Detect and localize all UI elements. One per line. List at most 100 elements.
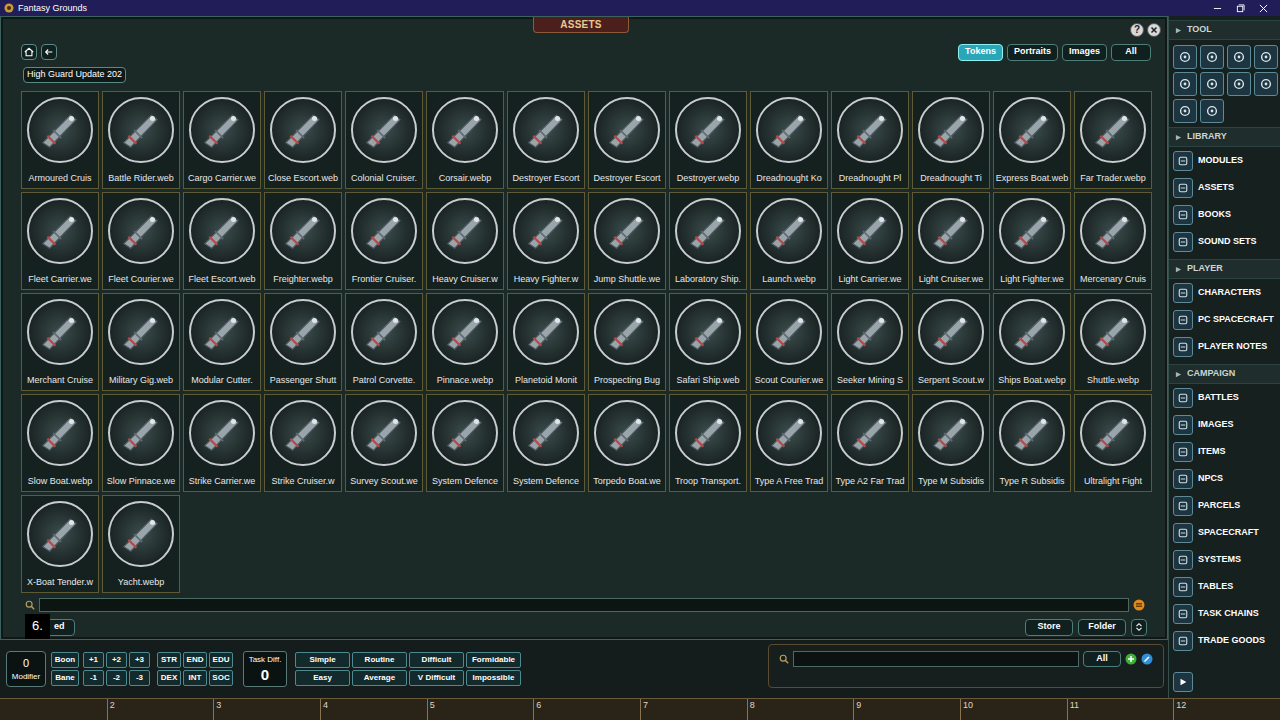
token-card[interactable]: Planetoid Monit (507, 293, 585, 391)
token-card[interactable]: Troop Transport. (669, 394, 747, 492)
dice-button-label[interactable]: Formidable (472, 656, 515, 664)
token-label[interactable]: Seeker Mining S (837, 376, 903, 385)
token-label[interactable]: Light Fighter.we (1000, 275, 1064, 284)
token-label[interactable]: Type R Subsidis (999, 477, 1064, 486)
sidebar-item[interactable]: TASK CHAINS (1169, 600, 1280, 627)
sidebar-item-label[interactable]: SOUND SETS (1198, 235, 1257, 249)
token-card[interactable]: Seeker Mining S (831, 293, 909, 391)
help-button[interactable]: ? (1130, 23, 1144, 37)
token-label[interactable]: Dreadnought Pl (839, 174, 902, 183)
dice-button[interactable]: Difficult (409, 652, 464, 668)
footer-button-label[interactable]: Store (1037, 620, 1060, 634)
token-card[interactable]: Destroyer Escort (588, 91, 666, 189)
token-card[interactable]: Battle Rider.web (102, 91, 180, 189)
token-label[interactable]: Battle Rider.web (108, 174, 174, 183)
dice-button-label[interactable]: Difficult (422, 656, 452, 664)
token-label[interactable]: Fleet Carrier.we (28, 275, 92, 284)
token-card[interactable]: Modular Cutter. (183, 293, 261, 391)
token-card[interactable]: Heavy Cruiser.w (426, 192, 504, 290)
token-card[interactable]: Heavy Fighter.w (507, 192, 585, 290)
breadcrumb[interactable]: High Guard Update 202 (23, 67, 126, 83)
token-card[interactable]: X-Boat Tender.w (21, 495, 99, 593)
filter-tab[interactable]: Tokens (958, 44, 1003, 61)
dice-button-label[interactable]: Average (364, 674, 395, 682)
add-icon[interactable] (1125, 651, 1137, 667)
edit-icon[interactable] (1141, 651, 1153, 667)
token-label[interactable]: Strike Carrier.we (189, 477, 256, 486)
token-label[interactable]: Light Carrier.we (838, 275, 901, 284)
token-label[interactable]: Modular Cutter. (191, 376, 253, 385)
dice-button[interactable]: SOC (209, 670, 233, 686)
token-card[interactable]: Military Gig.web (102, 293, 180, 391)
dice-button[interactable]: Routine (352, 652, 407, 668)
token-card[interactable]: Light Cruiser.we (912, 192, 990, 290)
token-card[interactable]: Torpedo Boat.we (588, 394, 666, 492)
token-label[interactable]: Far Trader.webp (1080, 174, 1146, 183)
dice-button-label[interactable]: +3 (135, 656, 144, 664)
token-label[interactable]: Military Gig.web (109, 376, 173, 385)
token-card[interactable]: Express Boat.web (993, 91, 1071, 189)
token-label[interactable]: Destroyer.webp (677, 174, 740, 183)
token-card[interactable]: Destroyer Escort (507, 91, 585, 189)
token-card[interactable]: Fleet Courier.we (102, 192, 180, 290)
token-label[interactable]: Planetoid Monit (515, 376, 577, 385)
dice-button-label[interactable]: Simple (309, 656, 335, 664)
tool-icon[interactable] (1254, 72, 1278, 96)
token-label[interactable]: Passenger Shutt (270, 376, 337, 385)
token-card[interactable]: Survey Scout.we (345, 394, 423, 492)
footer-button[interactable]: Folder (1078, 619, 1126, 636)
play-icon[interactable] (1173, 672, 1193, 692)
token-card[interactable]: Safari Ship.web (669, 293, 747, 391)
tool-icon[interactable] (1173, 72, 1197, 96)
dice-button[interactable]: V Difficult (409, 670, 464, 686)
dice-button[interactable]: EDU (209, 652, 233, 668)
dice-button-label[interactable]: +1 (89, 656, 98, 664)
token-card[interactable]: Mercenary Cruis (1074, 192, 1152, 290)
token-card[interactable]: Fleet Escort.web (183, 192, 261, 290)
token-label[interactable]: Fleet Escort.web (188, 275, 255, 284)
filter-tab[interactable]: All (1111, 44, 1151, 61)
token-card[interactable]: Laboratory Ship. (669, 192, 747, 290)
token-card[interactable]: Dreadnought Ko (750, 91, 828, 189)
token-card[interactable]: Type A2 Far Trad (831, 394, 909, 492)
sidebar-item-label[interactable]: TABLES (1198, 580, 1233, 594)
dice-button[interactable]: Average (352, 670, 407, 686)
home-icon[interactable] (21, 44, 37, 60)
filter-label[interactable]: Portraits (1014, 45, 1051, 59)
close-icon[interactable] (1147, 23, 1161, 37)
task-difficulty-box[interactable]: Task Diff.0 (243, 651, 287, 687)
dice-button-label[interactable]: INT (189, 674, 202, 682)
token-card[interactable]: Light Fighter.we (993, 192, 1071, 290)
token-label[interactable]: System Defence (432, 477, 498, 486)
sidebar-item-label[interactable]: BATTLES (1198, 391, 1239, 405)
tool-icon[interactable] (1227, 45, 1251, 69)
modifier-box[interactable]: 0Modifier (6, 651, 46, 687)
token-label[interactable]: Type A2 Far Trad (835, 477, 904, 486)
token-card[interactable]: Dreadnought Pl (831, 91, 909, 189)
dice-button[interactable]: INT (183, 670, 207, 686)
token-label[interactable]: Prospecting Bug (594, 376, 660, 385)
token-card[interactable]: Merchant Cruise (21, 293, 99, 391)
token-label[interactable]: Armoured Cruis (28, 174, 91, 183)
token-label[interactable]: Serpent Scout.w (918, 376, 984, 385)
filter-tab[interactable]: Images (1062, 44, 1107, 61)
sidebar-item-label[interactable]: PC SPACECRAFT (1198, 313, 1274, 327)
dice-button[interactable]: -2 (106, 670, 127, 686)
dice-button[interactable]: -1 (83, 670, 104, 686)
sidebar-item[interactable]: TABLES (1169, 573, 1280, 600)
dice-button[interactable]: +1 (83, 652, 104, 668)
token-card[interactable]: Armoured Cruis (21, 91, 99, 189)
token-label[interactable]: Type M Subsidis (918, 477, 984, 486)
token-card[interactable]: Strike Carrier.we (183, 394, 261, 492)
token-label[interactable]: Pinnace.webp (437, 376, 494, 385)
dice-button[interactable]: STR (157, 652, 181, 668)
token-label[interactable]: Safari Ship.web (676, 376, 739, 385)
dice-button-label[interactable]: Boon (55, 656, 75, 664)
search-input[interactable] (39, 598, 1129, 612)
sidebar-item[interactable]: ITEMS (1169, 438, 1280, 465)
token-label[interactable]: Ships Boat.webp (998, 376, 1066, 385)
token-card[interactable]: Shuttle.webp (1074, 293, 1152, 391)
sidebar-item[interactable]: NPCS (1169, 465, 1280, 492)
sidebar-item-label[interactable]: BOOKS (1198, 208, 1231, 222)
chat-input[interactable] (793, 651, 1079, 667)
